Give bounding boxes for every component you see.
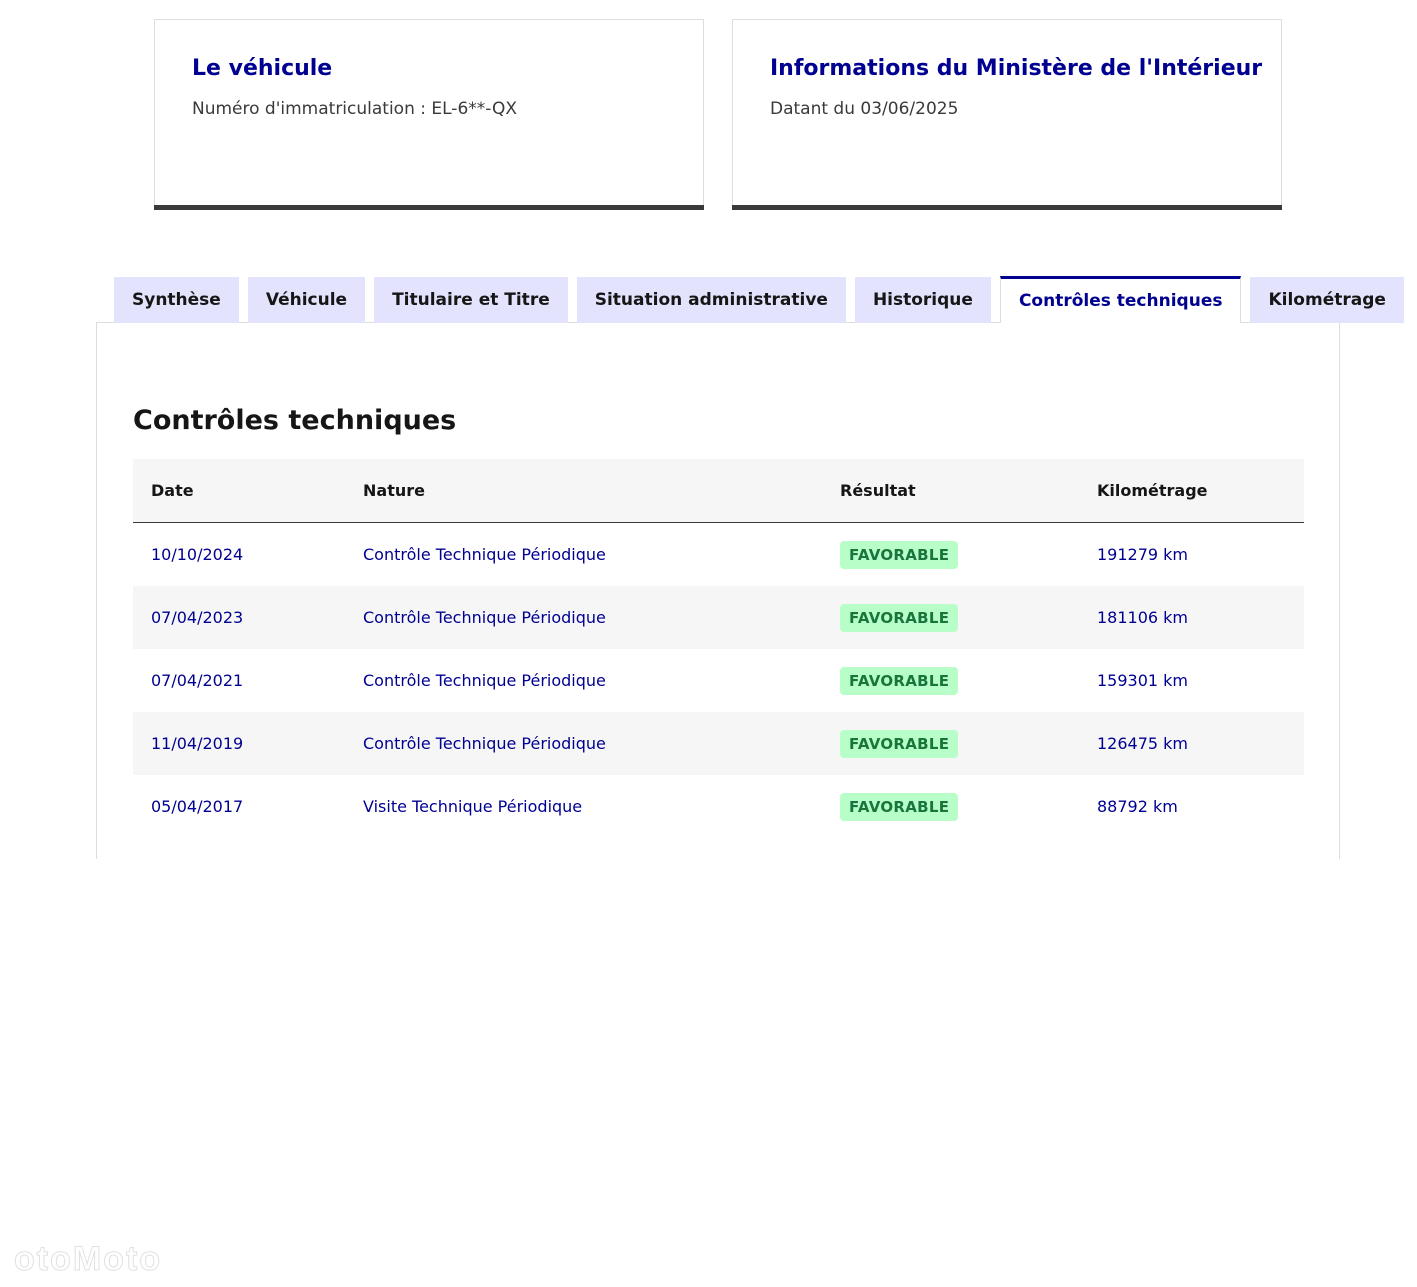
row-date: 07/04/2023 (133, 586, 345, 649)
header-date: Date (133, 459, 345, 523)
row-result: FAVORABLE (822, 586, 1079, 649)
row-mileage: 181106 km (1079, 586, 1304, 649)
panel-title: Contrôles techniques (133, 405, 457, 436)
table-row: 07/04/2023 Contrôle Technique Périodique… (133, 586, 1304, 649)
row-date: 11/04/2019 (133, 712, 345, 775)
tab-list: Synthèse Véhicule Titulaire et Titre Sit… (114, 276, 1413, 323)
result-badge: FAVORABLE (840, 792, 959, 821)
row-nature: Visite Technique Périodique (363, 797, 583, 816)
header-mileage: Kilométrage (1079, 459, 1304, 523)
table-row: 10/10/2024 Contrôle Technique Périodique… (133, 523, 1304, 587)
ministry-info-card-title: Informations du Ministère de l'Intérieur (770, 56, 1263, 81)
tab-historique[interactable]: Historique (854, 277, 991, 323)
table-row: 11/04/2019 Contrôle Technique Périodique… (133, 712, 1304, 775)
row-nature: Contrôle Technique Périodique (345, 586, 822, 649)
row-mileage: 191279 km (1097, 545, 1189, 564)
table-row: 07/04/2021 Contrôle Technique Périodique… (133, 649, 1304, 712)
result-badge: FAVORABLE (840, 603, 959, 632)
table-row: 05/04/2017 Visite Technique Périodique F… (133, 775, 1304, 838)
result-badge: FAVORABLE (840, 666, 959, 695)
row-nature: Contrôle Technique Périodique (363, 545, 606, 564)
row-date: 07/04/2021 (151, 671, 244, 690)
tab-vehicule[interactable]: Véhicule (247, 277, 366, 323)
registration-number: Numéro d'immatriculation : EL-6**-QX (192, 99, 518, 119)
row-result: FAVORABLE (822, 649, 1079, 712)
row-result: FAVORABLE (822, 523, 1079, 587)
row-date: 05/04/2017 (151, 797, 244, 816)
technical-inspections-table: Date Nature Résultat Kilométrage 10/10/2… (133, 459, 1304, 838)
row-mileage: 88792 km (1097, 797, 1178, 816)
tab-situation-administrative[interactable]: Situation administrative (576, 277, 846, 323)
vehicle-card-title: Le véhicule (192, 56, 333, 81)
tab-synthese[interactable]: Synthèse (114, 277, 239, 323)
watermark-logo: otoMoto (13, 1240, 163, 1279)
row-nature: Contrôle Technique Périodique (363, 671, 606, 690)
tab-controles-techniques[interactable]: Contrôles techniques (999, 276, 1242, 323)
row-result: FAVORABLE (822, 775, 1079, 838)
vehicle-card: Le véhicule Numéro d'immatriculation : E… (154, 19, 704, 210)
tab-titulaire-et-titre[interactable]: Titulaire et Titre (374, 277, 568, 323)
row-date: 10/10/2024 (151, 545, 244, 564)
row-result: FAVORABLE (822, 712, 1079, 775)
table-header-row: Date Nature Résultat Kilométrage (133, 459, 1304, 523)
result-badge: FAVORABLE (840, 540, 959, 569)
ministry-info-card: Informations du Ministère de l'Intérieur… (732, 19, 1282, 210)
row-mileage: 159301 km (1097, 671, 1189, 690)
tab-panel-controles-techniques: Contrôles techniques Date Nature Résulta… (96, 322, 1340, 859)
result-badge: FAVORABLE (840, 729, 959, 758)
row-nature: Contrôle Technique Périodique (345, 712, 822, 775)
tab-kilometrage[interactable]: Kilométrage (1250, 277, 1404, 323)
header-result: Résultat (822, 459, 1079, 523)
header-nature: Nature (345, 459, 822, 523)
data-date: Datant du 03/06/2025 (770, 99, 959, 119)
row-mileage: 126475 km (1079, 712, 1304, 775)
